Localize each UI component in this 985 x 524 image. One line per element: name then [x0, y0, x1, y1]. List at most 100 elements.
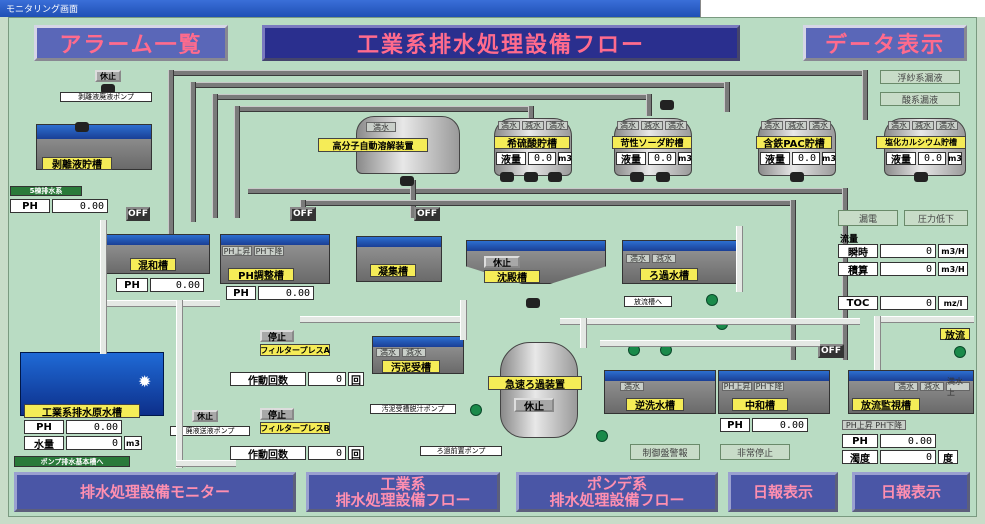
alarm-list-button[interactable]: アラーム一覧 — [34, 25, 228, 61]
caustic-level-value: 0.0 — [648, 152, 676, 165]
pipe — [874, 316, 974, 323]
raw-water-tank-label: 工業系排水原水槽 — [24, 404, 140, 419]
turbidity-value: 0 — [880, 450, 936, 464]
toc-value: 0 — [880, 296, 936, 310]
pump-icon — [524, 172, 538, 182]
tank-water-surface — [623, 241, 739, 251]
aerator-icon: ✹ — [138, 372, 152, 391]
pump-icon — [914, 172, 928, 182]
caustic-lamp: 減水 — [641, 121, 663, 130]
pipe — [862, 70, 868, 120]
inflow-ph-label: PH — [10, 199, 50, 213]
mixing-tank-label: 混和槽 — [130, 258, 176, 272]
filter-press-a-status[interactable]: 停止 — [260, 330, 294, 343]
industrial-flow-line1: 工業系 — [380, 475, 426, 493]
discharge-off-button[interactable]: OFF — [818, 344, 844, 358]
raw-water-unit: m3 — [124, 436, 142, 450]
caustic-level-label: 液量 — [616, 152, 646, 166]
mixing-off-button[interactable]: OFF — [126, 207, 150, 221]
inflow-label: 5棟排水系 — [10, 186, 82, 196]
pump-drain-label: ポンプ排水基本槽へ — [14, 456, 130, 467]
to-release-label: 放流槽へ — [624, 296, 672, 307]
pipe — [724, 82, 730, 112]
rapid-filter-label: 急速ろ過装置 — [488, 376, 582, 391]
daily-report-label: 日報表示 — [752, 483, 813, 501]
polymer-dissolver-label: 高分子自動溶解装置 — [318, 138, 428, 152]
ph-adjust-off-button[interactable]: OFF — [290, 207, 316, 221]
filtrate-lamp: 減水 — [652, 254, 676, 263]
filter-press-b-count-value: 0 — [308, 446, 346, 460]
industrial-flow-button[interactable]: 工業系 排水処理設備フロー — [306, 472, 500, 512]
data-display-button[interactable]: データ表示 — [803, 25, 967, 61]
industrial-flow-line2: 排水処理設備フロー — [335, 491, 471, 509]
release-label: 放流 — [940, 328, 970, 342]
suspension-leak-status: 浮紗系漏液 — [880, 70, 960, 84]
calcium-level-value: 0.0 — [918, 152, 946, 165]
filter-press-a-count-value: 0 — [308, 372, 346, 386]
pipe — [100, 300, 220, 307]
coagulation-tank-label: 凝集槽 — [370, 264, 416, 278]
calcium-tank-label: 塩化カルシウム貯槽 — [876, 136, 966, 149]
toc-unit: mz/l — [938, 296, 968, 310]
raw-water-ph-label: PH — [24, 420, 64, 434]
pipe — [460, 300, 467, 340]
filter-press-b-status[interactable]: 停止 — [260, 408, 294, 421]
caustic-lamp: 満水 — [665, 121, 687, 130]
pond-flow-line1: ポンデ系 — [586, 475, 647, 493]
calcium-unit: m3 — [948, 152, 962, 165]
rapid-filter-status[interactable]: 休止 — [514, 398, 554, 413]
tank-water-surface — [37, 125, 151, 139]
sludge-pump-label: 汚泥受槽脱汁ポンプ — [370, 404, 456, 414]
pond-flow-button[interactable]: ポンデ系 排水処理設備フロー — [516, 472, 718, 512]
neutralize-lamp: PH上昇 — [722, 382, 752, 391]
discharge-ph-label: PH — [842, 434, 878, 448]
pipe — [190, 82, 730, 88]
tank-water-surface — [467, 241, 605, 251]
discharge-tank-label: 放流監視槽 — [852, 398, 920, 412]
caustic-lamp: 満水 — [617, 121, 639, 130]
filter-press-a-count-label: 作動回数 — [230, 372, 306, 387]
sulfuric-unit: m3 — [558, 152, 572, 165]
neutralize-lamp: PH下降 — [754, 382, 784, 391]
pump-icon — [548, 172, 562, 182]
valve-icon[interactable] — [596, 430, 608, 442]
pipe — [234, 106, 534, 112]
tank-water-surface — [221, 235, 329, 245]
sludge-receive-tank-label: 汚泥受槽 — [382, 360, 440, 374]
pressure-drop-status: 圧力低下 — [904, 210, 968, 226]
neutralize-ph-label: PH — [720, 418, 750, 432]
pump-icon — [75, 122, 89, 132]
ph-adjust-tank-label: PH調整槽 — [228, 268, 294, 282]
valve-icon[interactable] — [954, 346, 966, 358]
valve-icon[interactable] — [470, 404, 482, 416]
tank-water-surface — [719, 371, 829, 381]
pipe — [190, 82, 196, 222]
monitor-button[interactable]: 排水処理設備モニター — [14, 472, 296, 512]
monthly-report-button[interactable]: 日報表示 — [852, 472, 970, 512]
settling-status[interactable]: 休止 — [484, 256, 520, 269]
flow-total-unit: m3/H — [938, 262, 968, 276]
filter-press-a-count-unit: 回 — [348, 372, 364, 387]
neutralize-tank-label: 中和槽 — [732, 398, 788, 412]
coagulation-off-button[interactable]: OFF — [414, 207, 440, 221]
caustic-tank-label: 苛性ソーダ貯槽 — [612, 136, 692, 149]
polymer-lamp: 満水 — [366, 122, 396, 132]
pipe — [560, 318, 860, 325]
calcium-lamp: 満水 — [888, 121, 910, 130]
daily-report-button[interactable]: 日報表示 — [728, 472, 838, 512]
sulfuric-tank-label: 希硫酸貯槽 — [494, 136, 570, 150]
raw-pump-status[interactable]: 休止 — [192, 410, 218, 422]
pump-icon — [656, 172, 670, 182]
neutralize-ph-value: 0.00 — [752, 418, 808, 432]
pipe — [176, 300, 183, 468]
pipe — [790, 200, 796, 360]
pac-lamp: 満水 — [809, 121, 831, 130]
tank-water-surface — [357, 237, 441, 247]
ph-up-lamp: PH上昇 — [222, 246, 252, 256]
tank-water-surface — [373, 337, 463, 347]
valve-icon[interactable] — [706, 294, 718, 306]
stripping-pump-status[interactable]: 休止 — [95, 70, 121, 82]
flow-instant-label: 瞬時 — [838, 244, 878, 259]
backwash-tank-label: 逆洗水槽 — [626, 398, 684, 412]
page-title: 工業系排水処理設備フロー — [262, 25, 740, 61]
